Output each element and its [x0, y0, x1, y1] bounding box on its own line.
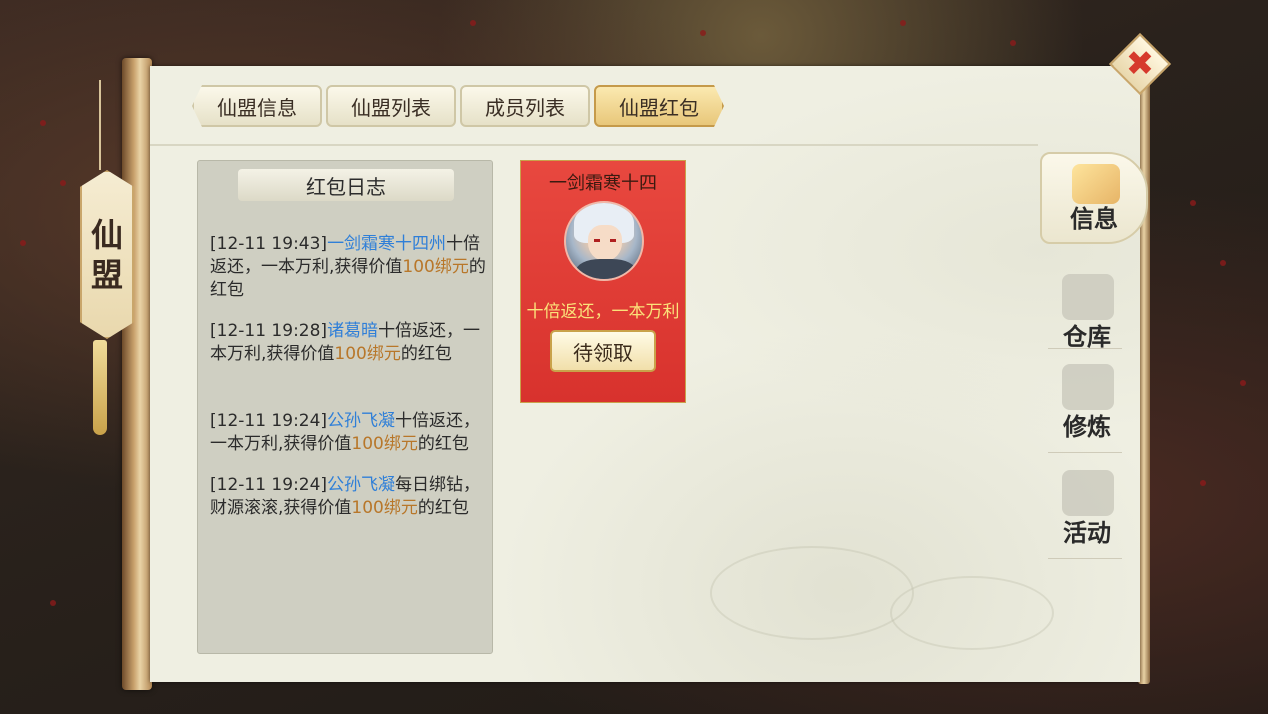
tab-guild-info[interactable]: 仙盟信息	[192, 85, 322, 127]
warehouse-icon	[1062, 274, 1114, 320]
tab-member-list[interactable]: 成员列表	[460, 85, 590, 127]
side-divider	[1048, 348, 1122, 349]
tab-guild-list[interactable]: 仙盟列表	[326, 85, 456, 127]
side-tab-label: 仓库	[1063, 323, 1111, 351]
log-time: [12-11 19:43]	[210, 234, 328, 254]
side-tab-label: 修炼	[1063, 413, 1111, 441]
log-amount: 100绑元	[351, 434, 418, 454]
side-divider	[1048, 558, 1122, 559]
red-packet-card[interactable]: 一剑霜寒十四 十倍返还，一本万利 待领取	[520, 160, 686, 403]
scroll-rod-left	[122, 58, 152, 690]
log-time: [12-11 19:28]	[210, 321, 328, 341]
red-packet-log: 红包日志 [12-11 19:43]一剑霜寒十四州十倍返还，一本万利,获得价值1…	[197, 160, 493, 654]
player-name-link[interactable]: 一剑霜寒十四州	[327, 234, 446, 254]
packet-sender-name: 一剑霜寒十四	[549, 173, 657, 194]
side-tab-warehouse[interactable]: 仓库	[1040, 262, 1134, 360]
side-tab-label: 信息	[1070, 205, 1118, 233]
log-time: [12-11 19:24]	[210, 411, 328, 431]
log-text: 的红包	[417, 434, 469, 454]
log-text: 的红包	[417, 498, 469, 518]
claim-button[interactable]: 待领取	[550, 330, 656, 372]
log-title: 红包日志	[306, 174, 386, 199]
log-entry: [12-11 19:24]公孙飞凝每日绑钻，财源滚滚,获得价值100绑元的红包	[210, 474, 490, 520]
side-tab-activity[interactable]: 活动	[1040, 458, 1134, 556]
side-tab-cultivate[interactable]: 修炼	[1040, 352, 1134, 450]
info-scroll-icon	[1072, 164, 1120, 204]
top-tabs: 仙盟信息 仙盟列表 成员列表 仙盟红包	[192, 85, 724, 127]
tassel-ornament	[93, 340, 107, 435]
activity-icon	[1062, 470, 1114, 516]
sender-avatar	[564, 201, 644, 281]
packet-slogan: 十倍返还，一本万利	[526, 302, 680, 322]
player-name-link[interactable]: 公孙飞凝	[327, 475, 395, 495]
log-entry: [12-11 19:28]诸葛暗十倍返还，一本万利,获得价值100绑元的红包	[210, 320, 490, 366]
log-amount: 100绑元	[334, 344, 401, 364]
side-tab-label: 活动	[1063, 519, 1111, 547]
cultivate-icon	[1062, 364, 1114, 410]
guild-tag-char: 仙	[90, 215, 123, 254]
side-tab-info[interactable]: 信息	[1040, 152, 1148, 244]
log-text: 的红包	[400, 344, 452, 364]
player-name-link[interactable]: 公孙飞凝	[327, 411, 395, 431]
guild-vertical-tag: 仙 盟	[80, 170, 134, 339]
side-divider	[1048, 452, 1122, 453]
log-entries: [12-11 19:43]一剑霜寒十四州十倍返还，一本万利,获得价值100绑元的…	[210, 233, 490, 538]
log-entry: [12-11 19:24]公孙飞凝十倍返还，一本万利,获得价值100绑元的红包	[210, 410, 490, 456]
tab-guild-red-packet[interactable]: 仙盟红包	[594, 85, 724, 127]
log-amount: 100绑元	[402, 257, 469, 277]
player-name-link[interactable]: 诸葛暗	[327, 321, 378, 341]
log-amount: 100绑元	[351, 498, 418, 518]
tag-cord	[99, 80, 101, 170]
log-title-banner: 红包日志	[238, 169, 454, 201]
log-entry: [12-11 19:43]一剑霜寒十四州十倍返还，一本万利,获得价值100绑元的…	[210, 233, 490, 302]
log-time: [12-11 19:24]	[210, 475, 328, 495]
guild-tag-char: 盟	[90, 255, 123, 294]
close-icon[interactable]: ✖	[1118, 42, 1162, 86]
